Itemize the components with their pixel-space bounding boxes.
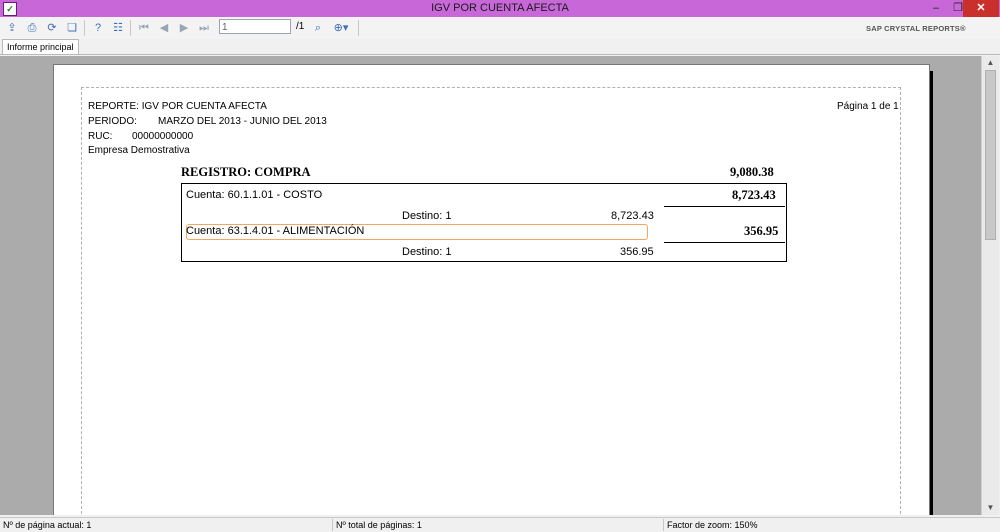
scroll-up-icon[interactable]: ▲ [982, 56, 999, 70]
previous-page-icon[interactable]: ◀ [156, 20, 172, 36]
page-total: /1 [296, 21, 305, 32]
report-title: REPORTE: IGV POR CUENTA AFECTA [88, 101, 267, 112]
scroll-thumb[interactable] [985, 70, 996, 240]
registro-total: 9,080.38 [730, 165, 774, 179]
ruc-label: RUC: [88, 131, 113, 142]
report-viewer[interactable]: REPORTE: IGV POR CUENTA AFECTA PERIODO: … [0, 56, 981, 515]
page-number-input[interactable]: 1 [219, 19, 291, 34]
accounts-box: Cuenta: 60.1.1.01 - COSTO 8,723.43 Desti… [181, 183, 787, 262]
destino-label: Destino: 1 [402, 246, 452, 258]
status-bar: Nº de página actual: 1 Nº total de págin… [0, 517, 1000, 532]
refresh-icon[interactable]: ⟳ [44, 20, 60, 36]
copy-icon[interactable]: ❏ [64, 20, 80, 36]
status-zoom: Factor de zoom: 150% [667, 520, 758, 530]
periodo-label: PERIODO: [88, 116, 137, 127]
zoom-icon[interactable]: ⊕▾ [330, 20, 352, 36]
export-icon[interactable]: ⇪ [4, 20, 20, 36]
cuenta-total: 356.95 [744, 224, 779, 238]
ruc-value: 00000000000 [132, 131, 194, 142]
tab-informe-principal[interactable]: Informe principal [2, 39, 79, 54]
empresa-name: Empresa Demostrativa [88, 145, 190, 156]
cuenta-label: Cuenta: 60.1.1.01 - COSTO [186, 189, 323, 201]
title-bar: ✓ IGV POR CUENTA AFECTA – ❐ ✕ [0, 0, 1000, 17]
destino-label: Destino: 1 [402, 210, 452, 222]
minimize-button[interactable]: – [925, 0, 947, 17]
tab-strip: Informe principal [0, 39, 1000, 55]
scroll-down-icon[interactable]: ▼ [982, 501, 999, 515]
find-icon[interactable]: ⌕ [310, 20, 326, 36]
help-icon[interactable]: ? [90, 20, 106, 36]
report-page: REPORTE: IGV POR CUENTA AFECTA PERIODO: … [53, 64, 930, 515]
last-page-icon[interactable]: ⏭ [196, 20, 212, 36]
next-page-icon[interactable]: ▶ [176, 20, 192, 36]
first-page-icon[interactable]: ⏮ [136, 20, 152, 36]
registro-label: REGISTRO: COMPRA [181, 165, 311, 179]
total-underline [664, 206, 785, 207]
destino-amount: 356.95 [620, 246, 654, 258]
cuenta-label[interactable]: Cuenta: 63.1.4.01 - ALIMENTACIÓN [186, 225, 364, 237]
toolbar-separator [84, 20, 85, 36]
vertical-scrollbar[interactable]: ▲ ▼ [981, 56, 999, 515]
cuenta-total: 8,723.43 [732, 188, 776, 202]
toolbar-separator [130, 20, 131, 36]
page-info: Página 1 de 1 [837, 101, 899, 112]
group-tree-icon[interactable]: ☷ [110, 20, 126, 36]
status-current-page: Nº de página actual: 1 [3, 520, 92, 530]
brand-logo: SAP CRYSTAL REPORTS® [866, 24, 966, 33]
status-total-pages: Nº total de páginas: 1 [336, 520, 422, 530]
total-underline [664, 242, 785, 243]
window-title: IGV POR CUENTA AFECTA [431, 2, 569, 14]
toolbar-separator [358, 20, 359, 36]
toolbar: ⇪ ⎙ ⟳ ❏ ? ☷ ⏮ ◀ ▶ ⏭ ⌕ ⊕▾ [0, 17, 1000, 39]
close-button[interactable]: ✕ [963, 0, 999, 17]
print-icon[interactable]: ⎙ [24, 20, 40, 36]
destino-amount: 8,723.43 [611, 210, 654, 222]
periodo-value: MARZO DEL 2013 - JUNIO DEL 2013 [158, 116, 327, 127]
report-margin-guide [81, 87, 901, 515]
